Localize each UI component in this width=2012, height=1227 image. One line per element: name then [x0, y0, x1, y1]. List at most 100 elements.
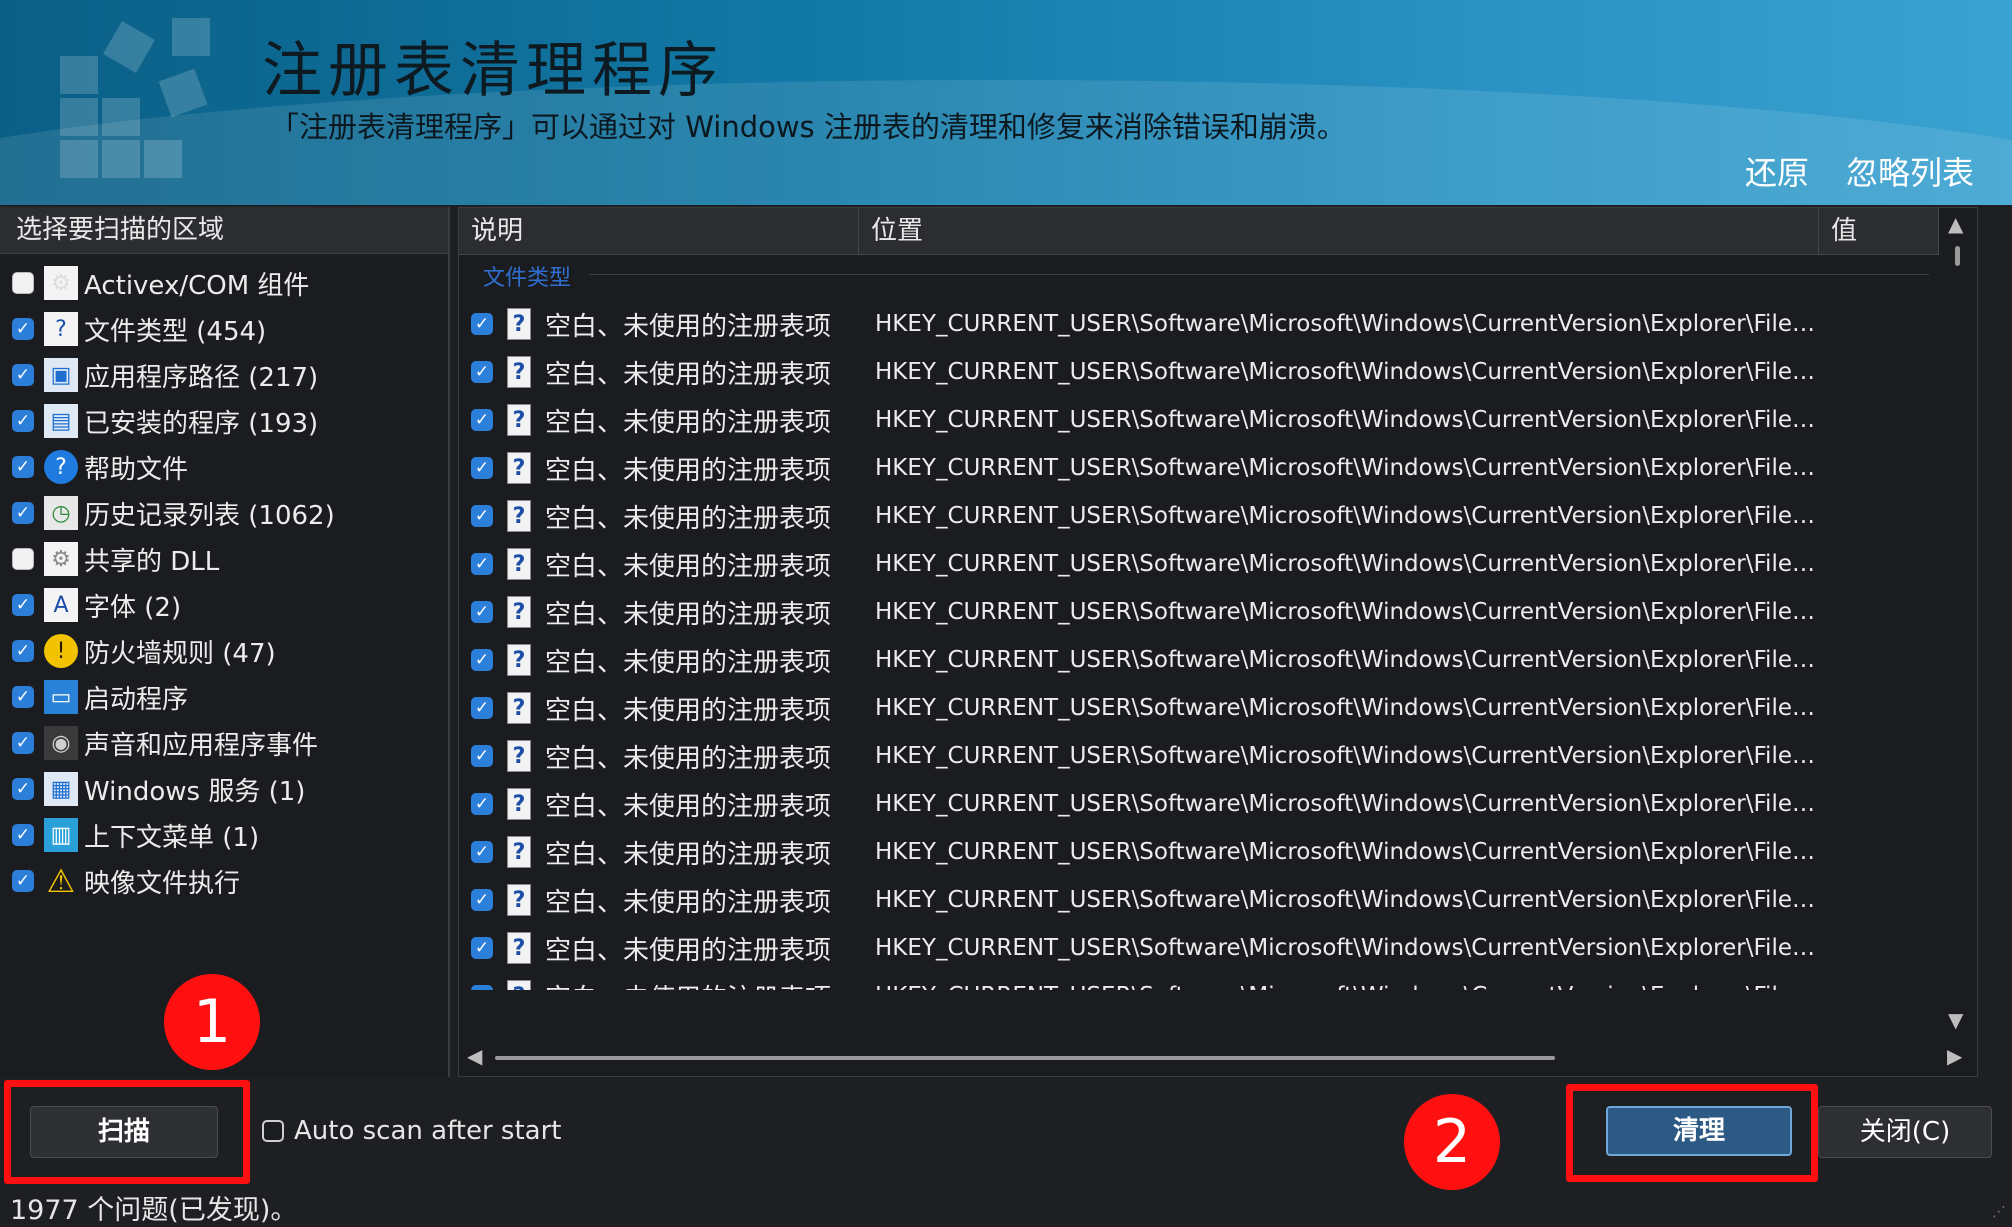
table-row[interactable]: ✓?空白、未使用的注册表项HKEY_CURRENT_USER\Software\…: [459, 540, 1959, 588]
scan-area-label: 共享的 DLL: [84, 546, 220, 577]
scan-area-checkbox[interactable]: ✓: [12, 870, 34, 892]
scan-area-item[interactable]: ✓ ⚠ 映像文件执行: [12, 861, 240, 901]
file-type-icon: ?: [507, 932, 531, 964]
table-row[interactable]: ✓?空白、未使用的注册表项HKEY_CURRENT_USER\Software\…: [459, 684, 1959, 732]
scroll-down-arrow-icon[interactable]: ▼: [1948, 1008, 1963, 1032]
table-row[interactable]: ✓?空白、未使用的注册表项HKEY_CURRENT_USER\Software\…: [459, 876, 1959, 924]
scan-area-item[interactable]: ✓ ▤ 已安装的程序 (193): [12, 401, 318, 441]
row-location: HKEY_CURRENT_USER\Software\Microsoft\Win…: [875, 743, 1815, 769]
scan-area-item[interactable]: ⚙ 共享的 DLL: [12, 539, 219, 579]
row-location: HKEY_CURRENT_USER\Software\Microsoft\Win…: [875, 887, 1815, 913]
row-location: HKEY_CURRENT_USER\Software\Microsoft\Win…: [875, 695, 1815, 721]
row-location: HKEY_CURRENT_USER\Software\Microsoft\Win…: [875, 407, 1815, 433]
row-location: HKEY_CURRENT_USER\Software\Microsoft\Win…: [875, 791, 1815, 817]
table-row[interactable]: ✓?空白、未使用的注册表项HKEY_CURRENT_USER\Software\…: [459, 444, 1959, 492]
scan-area-item[interactable]: ✓ A 字体 (2): [12, 585, 181, 625]
vertical-scroll-thumb[interactable]: [1955, 246, 1960, 266]
row-checkbox[interactable]: ✓: [471, 985, 493, 990]
scan-area-item[interactable]: ⚙ Activex/COM 组件: [12, 263, 309, 303]
firewall-shield-icon: !: [44, 634, 78, 668]
restore-link[interactable]: 还原: [1745, 148, 1809, 194]
scan-area-label: 上下文菜单 (1): [84, 822, 260, 853]
scan-area-checkbox[interactable]: [12, 272, 34, 294]
scan-area-checkbox[interactable]: ✓: [12, 456, 34, 478]
row-checkbox[interactable]: ✓: [471, 313, 493, 335]
row-checkbox[interactable]: ✓: [471, 937, 493, 959]
scan-area-label: Windows 服务 (1): [84, 776, 306, 807]
scan-area-checkbox[interactable]: ✓: [12, 410, 34, 432]
file-type-icon: ?: [507, 644, 531, 676]
auto-scan-checkbox-box[interactable]: [262, 1120, 284, 1142]
ignore-list-link[interactable]: 忽略列表: [1846, 148, 1974, 194]
row-checkbox[interactable]: ✓: [471, 553, 493, 575]
table-row[interactable]: ✓?空白、未使用的注册表项HKEY_CURRENT_USER\Software\…: [459, 348, 1959, 396]
scan-area-label: 已安装的程序 (193): [84, 408, 319, 439]
scan-area-item[interactable]: ✓? 文件类型 (454): [12, 309, 266, 349]
clean-button[interactable]: 清理: [1606, 1106, 1792, 1156]
row-checkbox[interactable]: ✓: [471, 505, 493, 527]
row-checkbox[interactable]: ✓: [471, 697, 493, 719]
scroll-right-arrow-icon[interactable]: ▶: [1947, 1044, 1962, 1068]
row-checkbox[interactable]: ✓: [471, 649, 493, 671]
scan-area-panel: 选择要扫描的区域 ⚙ Activex/COM 组件 ✓? 文件类型 (454) ✓ ▣ 应用…: [0, 207, 450, 1077]
row-description: 空白、未使用的注册表项: [545, 743, 832, 774]
table-row[interactable]: ✓?空白、未使用的注册表项HKEY_CURRENT_USER\Software\…: [459, 588, 1959, 636]
row-location: HKEY_CURRENT_USER\Software\Microsoft\Win…: [875, 551, 1815, 577]
scan-area-checkbox[interactable]: ✓: [12, 686, 34, 708]
table-row[interactable]: ✓?空白、未使用的注册表项HKEY_CURRENT_USER\Software\…: [459, 924, 1959, 972]
step-badge-1: 1: [164, 974, 260, 1070]
row-description: 空白、未使用的注册表项: [545, 647, 832, 678]
scan-area-item[interactable]: ✓ ▣ 应用程序路径 (217): [12, 355, 318, 395]
row-description: 空白、未使用的注册表项: [545, 455, 832, 486]
table-row[interactable]: ✓?空白、未使用的注册表项HKEY_CURRENT_USER\Software\…: [459, 780, 1959, 828]
scan-area-checkbox[interactable]: ✓: [12, 640, 34, 662]
row-checkbox[interactable]: ✓: [471, 889, 493, 911]
table-row[interactable]: ✓?空白、未使用的注册表项HKEY_CURRENT_USER\Software\…: [459, 300, 1959, 348]
horizontal-scroll-thumb[interactable]: [495, 1056, 1555, 1060]
row-checkbox[interactable]: ✓: [471, 361, 493, 383]
scan-area-item[interactable]: ✓ ◷ 历史记录列表 (1062): [12, 493, 335, 533]
scan-area-checkbox[interactable]: ✓: [12, 364, 34, 386]
scan-area-label: Activex/COM 组件: [84, 270, 310, 301]
scan-area-item[interactable]: ✓ ▦ Windows 服务 (1): [12, 769, 305, 809]
scan-area-item[interactable]: ✓! 防火墙规则 (47): [12, 631, 276, 671]
row-checkbox[interactable]: ✓: [471, 601, 493, 623]
column-header-description[interactable]: 说明: [459, 208, 859, 254]
scroll-left-arrow-icon[interactable]: ◀: [467, 1044, 482, 1068]
table-row[interactable]: ✓?空白、未使用的注册表项HKEY_CURRENT_USER\Software\…: [459, 732, 1959, 780]
table-row[interactable]: ✓?空白、未使用的注册表项HKEY_CURRENT_USER\Software\…: [459, 636, 1959, 684]
file-type-icon: ?: [507, 596, 531, 628]
file-type-icon: ?: [507, 308, 531, 340]
table-row[interactable]: ✓?空白、未使用的注册表项HKEY_CURRENT_USER\Software\…: [459, 396, 1959, 444]
row-checkbox[interactable]: ✓: [471, 409, 493, 431]
table-row[interactable]: ✓?空白、未使用的注册表项HKEY_CURRENT_USER\Software\…: [459, 972, 1959, 990]
column-header-value[interactable]: 值: [1819, 208, 1939, 254]
scan-area-label: 文件类型 (454): [84, 316, 267, 347]
close-button[interactable]: 关闭(C): [1818, 1106, 1992, 1158]
row-checkbox[interactable]: ✓: [471, 793, 493, 815]
table-row[interactable]: ✓?空白、未使用的注册表项HKEY_CURRENT_USER\Software\…: [459, 828, 1959, 876]
scan-area-checkbox[interactable]: ✓: [12, 778, 34, 800]
scan-area-item[interactable]: ✓ ▥ 上下文菜单 (1): [12, 815, 259, 855]
scan-area-item[interactable]: ✓? 帮助文件: [12, 447, 188, 487]
scan-area-checkbox[interactable]: ✓: [12, 502, 34, 524]
auto-scan-checkbox[interactable]: Auto scan after start: [262, 1116, 561, 1146]
scan-area-label: 帮助文件: [84, 454, 189, 485]
column-header-location[interactable]: 位置: [859, 208, 1819, 254]
scan-area-checkbox[interactable]: ✓: [12, 824, 34, 846]
scan-area-item[interactable]: ✓ ▭ 启动程序: [12, 677, 188, 717]
horizontal-scrollbar[interactable]: ◀ ▶: [459, 1038, 1962, 1076]
scan-area-checkbox[interactable]: ✓: [12, 318, 34, 340]
scan-area-checkbox[interactable]: [12, 548, 34, 570]
scan-area-checkbox[interactable]: ✓: [12, 732, 34, 754]
scan-area-item[interactable]: ✓ ◉ 声音和应用程序事件: [12, 723, 318, 763]
row-checkbox[interactable]: ✓: [471, 841, 493, 863]
resize-grip-icon[interactable]: ⋰: [1992, 1204, 2006, 1220]
vertical-scrollbar[interactable]: ▲ ▼: [1939, 208, 1977, 1038]
scroll-up-arrow-icon[interactable]: ▲: [1948, 212, 1963, 236]
scan-area-checkbox[interactable]: ✓: [12, 594, 34, 616]
row-checkbox[interactable]: ✓: [471, 457, 493, 479]
row-checkbox[interactable]: ✓: [471, 745, 493, 767]
table-row[interactable]: ✓?空白、未使用的注册表项HKEY_CURRENT_USER\Software\…: [459, 492, 1959, 540]
registry-logo-icon: [60, 18, 230, 178]
